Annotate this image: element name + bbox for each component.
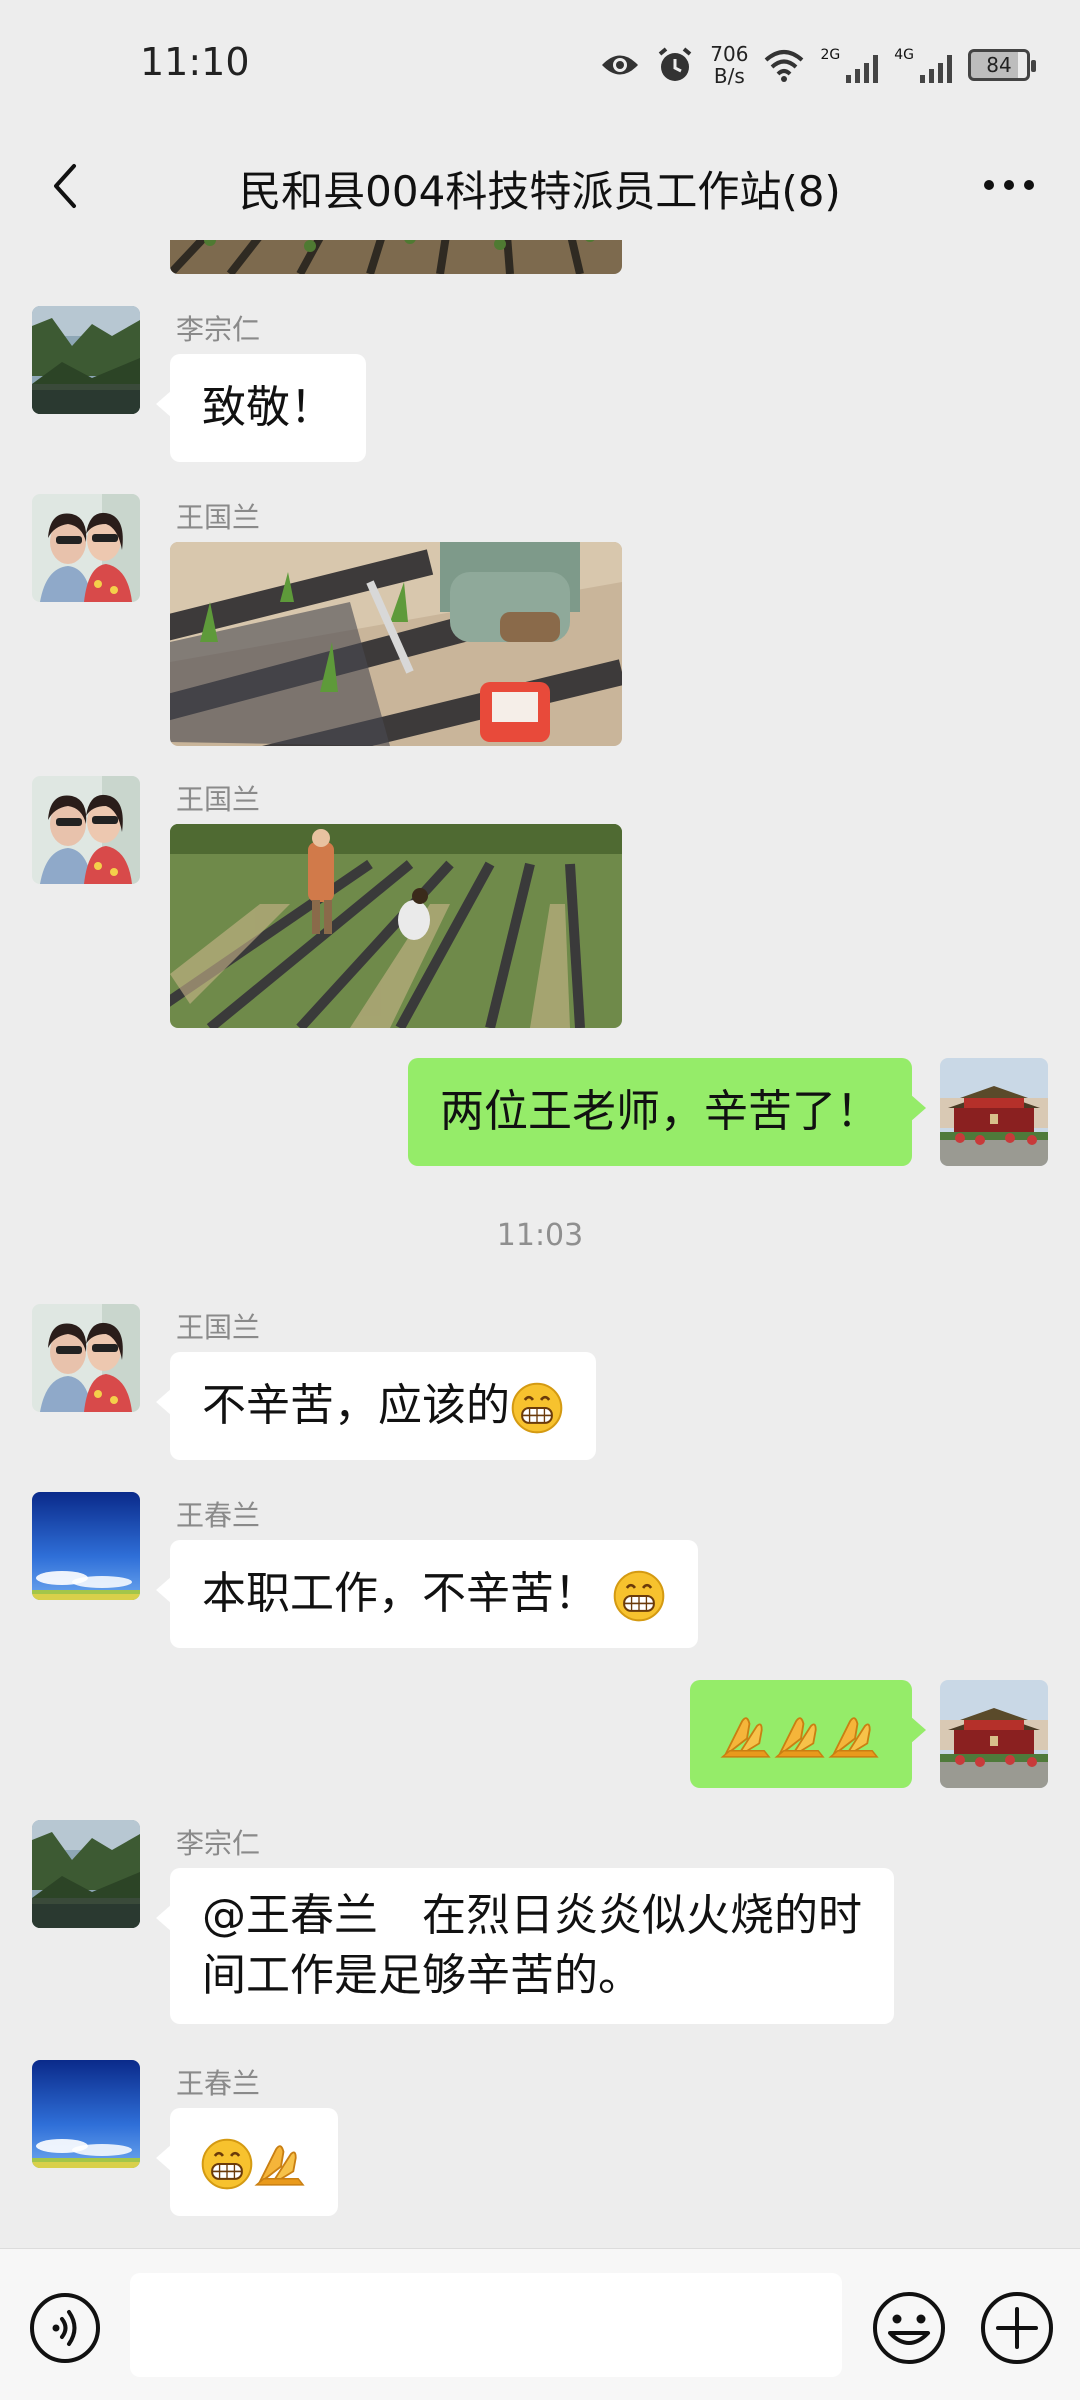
message-bubble[interactable]: 本职工作，不辛苦！: [156, 1540, 698, 1648]
message-bubble[interactable]: 不辛苦，应该的: [156, 1352, 596, 1460]
time-divider: 11:03: [496, 1218, 584, 1253]
chat-photo-partial[interactable]: [170, 240, 622, 274]
message-text: 不辛苦，应该的: [202, 1380, 510, 1431]
wifi-icon: [765, 50, 804, 82]
sender-name: 王春兰: [176, 1499, 261, 1532]
input-bar: [0, 2248, 1080, 2400]
chat-photo[interactable]: [170, 824, 622, 1028]
plus-icon[interactable]: [978, 2289, 1056, 2367]
message-text-line: @王春兰 在烈日炎炎似火烧的时: [202, 1890, 862, 1941]
voice-icon[interactable]: [28, 2291, 102, 2365]
sim1-label: 2G: [820, 47, 841, 63]
message-text-line: 间工作是足够辛苦的。: [202, 1950, 642, 2001]
grin-emoji: [200, 2137, 254, 2191]
net-speed: 706 B/s: [710, 43, 748, 87]
message-bubble-self[interactable]: 两位王老师，辛苦了！: [408, 1058, 926, 1166]
sender-name: 李宗仁: [176, 1827, 261, 1860]
sender-name: 王春兰: [176, 2067, 261, 2100]
message-list[interactable]: 李宗仁 致敬！ 王国兰 王国兰 两位王老师，辛苦了！ 11:03 王国兰 不辛苦…: [0, 240, 1080, 2248]
sender-name: 王国兰: [176, 501, 261, 534]
avatar[interactable]: [32, 776, 140, 884]
emoji-face-icon[interactable]: [870, 2289, 948, 2367]
avatar-self[interactable]: [940, 1058, 1048, 1166]
message-bubble[interactable]: @王春兰 在烈日炎炎似火烧的时 间工作是足够辛苦的。: [156, 1868, 894, 2024]
message-text: 致敬！: [202, 382, 334, 433]
avatar[interactable]: [32, 306, 140, 414]
avatar-self[interactable]: [940, 1680, 1048, 1788]
sender-name: 王国兰: [176, 1311, 261, 1344]
avatar[interactable]: [32, 1820, 140, 1928]
avatar[interactable]: [32, 1304, 140, 1412]
folded-hands-emoji: [828, 1711, 882, 1761]
signal-icon: 2G: [820, 47, 879, 83]
message-text: 两位王老师，辛苦了！: [440, 1086, 880, 1137]
status-time: 11:10: [140, 40, 250, 84]
folded-hands-emoji: [254, 2139, 308, 2189]
chat-photo[interactable]: [170, 542, 622, 746]
net-speed-unit: B/s: [713, 64, 745, 88]
message-text: 本职工作，不辛苦！: [202, 1568, 598, 1619]
signal-icon: 4G: [894, 47, 952, 83]
status-icons: 706 B/s 2G 4G 84: [600, 40, 1036, 90]
message-bubble[interactable]: [156, 2108, 338, 2216]
folded-hands-emoji: [720, 1711, 774, 1761]
chevron-left-icon[interactable]: [38, 156, 98, 216]
chat-header: 民和县004科技特派员工作站(8): [0, 130, 1080, 240]
battery-level: 84: [986, 53, 1012, 77]
sender-name: 王国兰: [176, 783, 261, 816]
eye-icon: [602, 55, 639, 75]
message-bubble[interactable]: 致敬！: [156, 354, 366, 462]
alarm-icon: [659, 47, 692, 81]
sim2-label: 4G: [894, 47, 914, 63]
folded-hands-emoji: [774, 1711, 828, 1761]
message-input[interactable]: [130, 2273, 842, 2377]
message-bubble-self[interactable]: [690, 1680, 926, 1788]
avatar[interactable]: [32, 2060, 140, 2168]
battery-icon: 84: [968, 49, 1036, 81]
avatar[interactable]: [32, 1492, 140, 1600]
grin-emoji: [510, 1381, 564, 1435]
net-speed-value: 706: [710, 42, 749, 66]
status-bar: 11:10 706 B/s 2G 4G 84: [0, 0, 1080, 130]
avatar[interactable]: [32, 494, 140, 602]
sender-name: 李宗仁: [176, 313, 261, 346]
more-dots-icon[interactable]: [974, 160, 1044, 210]
chat-title: 民和县004科技特派员工作站(8): [239, 167, 841, 216]
grin-emoji: [612, 1569, 666, 1623]
